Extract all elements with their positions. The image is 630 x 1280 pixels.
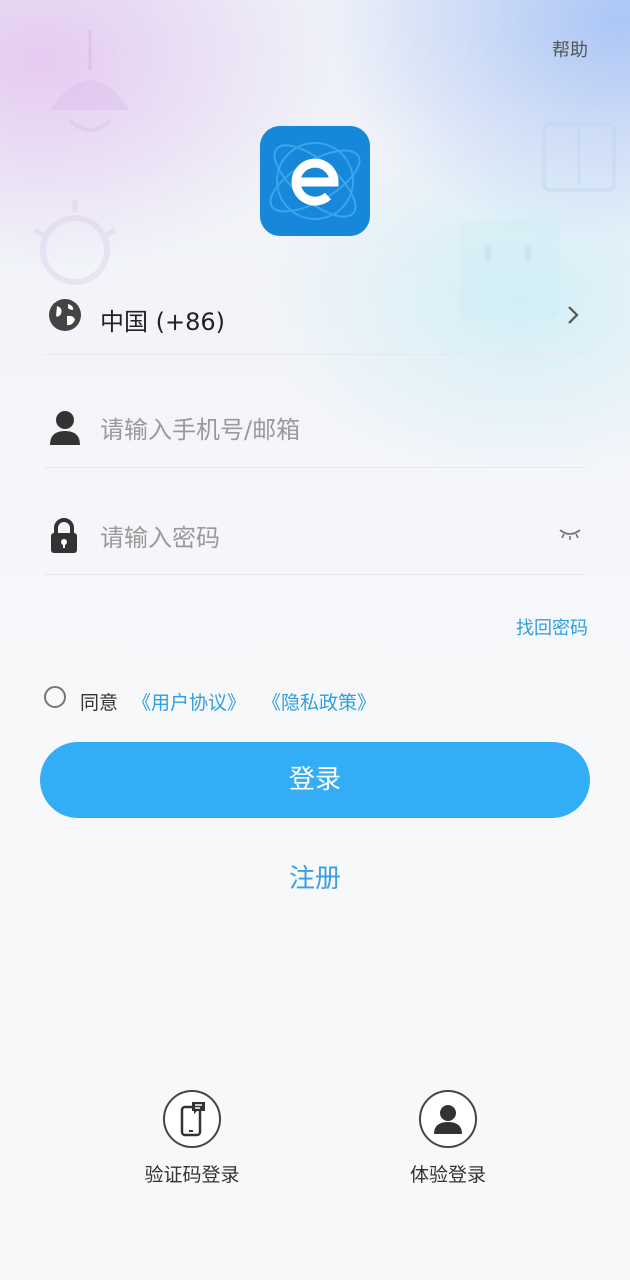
eye-closed-icon[interactable] <box>558 526 582 545</box>
user-icon <box>48 410 82 450</box>
phone-email-field[interactable] <box>44 400 586 468</box>
globe-icon <box>48 298 82 336</box>
agree-label: 同意 <box>80 692 119 714</box>
guest-login-option[interactable]: 体验登录 <box>368 1090 528 1187</box>
sms-login-label: 验证码登录 <box>144 1164 240 1186</box>
login-button[interactable]: 登录 <box>40 742 590 818</box>
password-field[interactable] <box>44 508 586 575</box>
register-link[interactable]: 注册 <box>0 858 630 895</box>
forgot-password-link[interactable]: 找回密码 <box>516 614 588 640</box>
lock-icon <box>48 518 80 558</box>
sms-login-option[interactable]: 验证码登录 <box>112 1090 272 1187</box>
app-logo <box>260 126 370 236</box>
switch-decoration-icon <box>542 122 616 192</box>
agreement-checkbox[interactable] <box>44 686 66 708</box>
chevron-right-icon <box>566 304 580 330</box>
terms-link[interactable]: 《用户协议》 <box>132 688 246 715</box>
country-label: 中国 (+86) <box>100 308 226 336</box>
help-link[interactable]: 帮助 <box>552 36 588 62</box>
bulb-decoration-icon <box>33 200 117 285</box>
user-icon <box>434 1105 462 1134</box>
guest-login-button[interactable] <box>419 1090 477 1148</box>
sms-login-button[interactable] <box>163 1090 221 1148</box>
phone-email-input[interactable] <box>100 410 540 450</box>
phone-sms-icon <box>180 1102 205 1137</box>
country-selector[interactable]: 中国 (+86) <box>44 288 586 355</box>
privacy-link[interactable]: 《隐私政策》 <box>262 688 376 715</box>
guest-login-label: 体验登录 <box>409 1164 486 1186</box>
app-logo-icon <box>269 142 361 220</box>
lamp-decoration-icon <box>50 30 130 132</box>
password-input[interactable] <box>100 518 540 558</box>
